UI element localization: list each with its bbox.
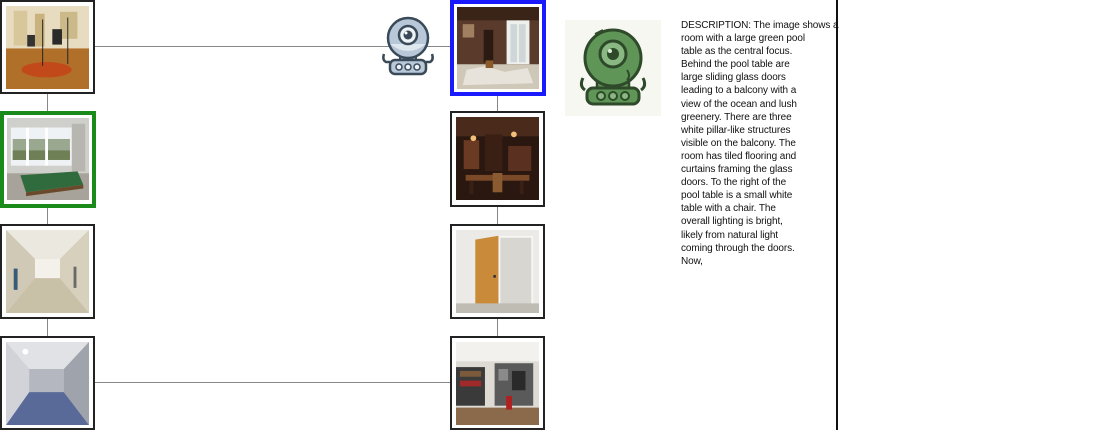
node-pool-room[interactable]	[0, 111, 96, 208]
node-studio[interactable]	[0, 0, 95, 94]
green-robot-icon	[579, 28, 647, 106]
studio-image	[6, 6, 89, 89]
corridor-image	[6, 342, 89, 425]
agent-avatar	[565, 20, 661, 116]
navigation-graph	[0, 0, 1110, 430]
node-foyer[interactable]	[450, 0, 546, 96]
node-dark-room[interactable]	[450, 111, 545, 207]
hallway-image	[6, 230, 89, 313]
basement-image	[456, 342, 539, 425]
edge-left-3	[47, 318, 48, 337]
robot-icon	[382, 16, 434, 76]
panel-divider	[836, 0, 838, 430]
edge-corridor-basement	[94, 382, 451, 383]
edge-left-1	[47, 93, 48, 112]
edge-left-2	[47, 207, 48, 225]
node-doorway[interactable]	[450, 224, 545, 319]
dark-room-image	[456, 117, 539, 200]
edge-right-1	[497, 95, 498, 112]
foyer-image	[457, 7, 539, 89]
node-basement[interactable]	[450, 336, 545, 430]
pool-room-image	[7, 118, 89, 200]
edge-right-3	[497, 318, 498, 337]
description-text: DESCRIPTION: The image shows a room with…	[681, 20, 839, 267]
edge-right-2	[497, 207, 498, 225]
doorway-image	[456, 230, 539, 313]
node-hallway[interactable]	[0, 224, 95, 319]
node-corridor[interactable]	[0, 336, 95, 430]
